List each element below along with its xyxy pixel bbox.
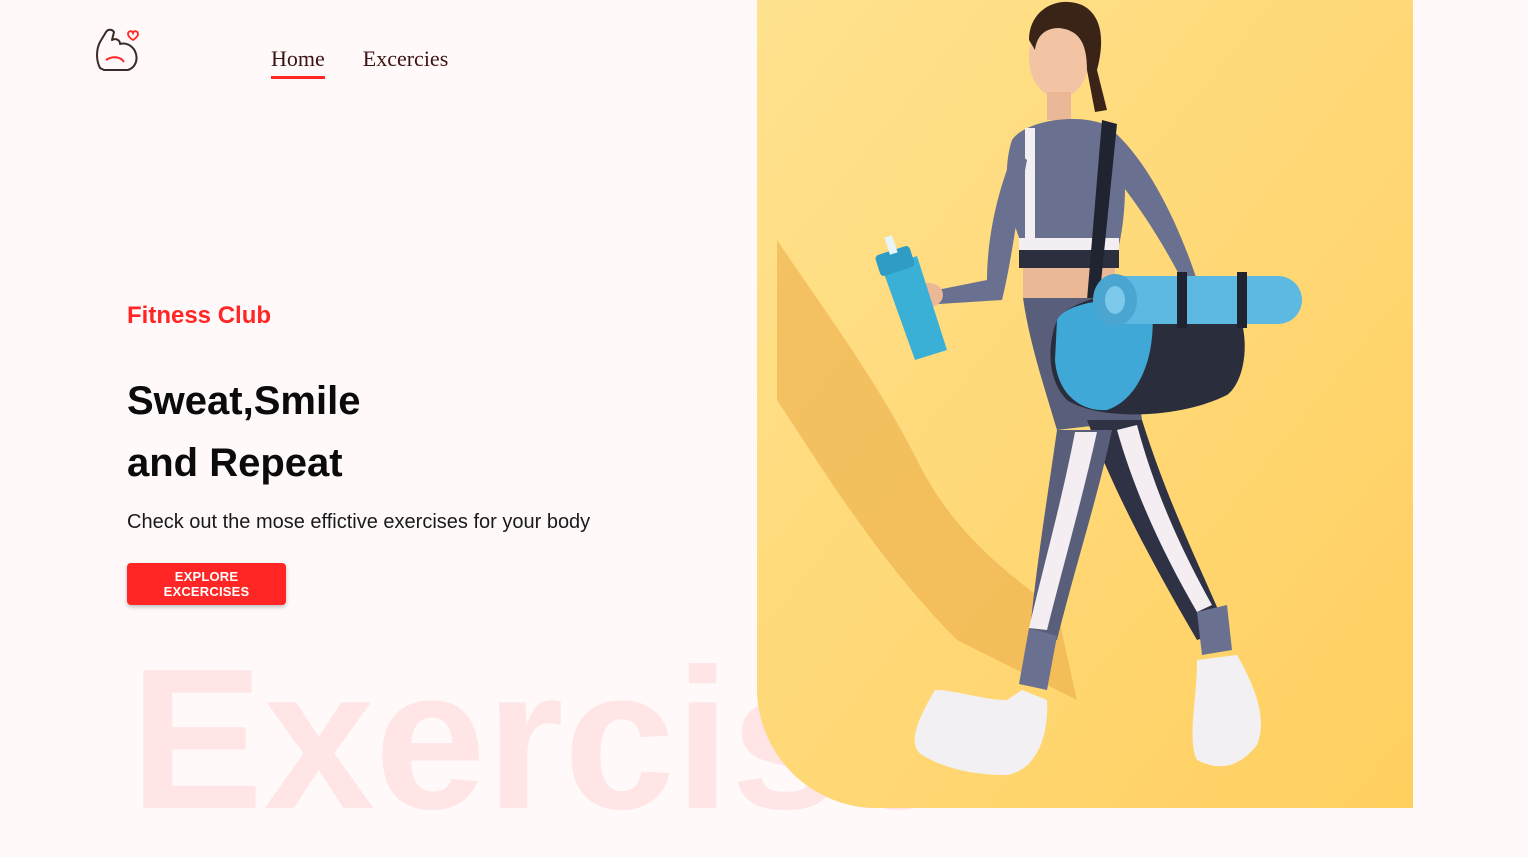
hero-kicker: Fitness Club (127, 302, 272, 329)
logo[interactable] (92, 24, 140, 74)
nav-home[interactable]: Home (271, 46, 325, 79)
explore-exercises-button[interactable]: EXPLORE EXCERCISES (127, 563, 286, 605)
hero-banner-image (757, 0, 1413, 808)
hero-headline: Sweat,Smile and Repeat (127, 370, 360, 494)
main-nav: Home Excercies (271, 46, 448, 79)
headline-line-1: Sweat,Smile (127, 379, 361, 423)
nav-exercises[interactable]: Excercies (363, 46, 449, 79)
woman-walking-with-gym-bag-image (757, 0, 1413, 808)
headline-line-2: and Repeat (127, 441, 343, 485)
flexed-arm-heart-icon (96, 28, 139, 71)
hero-subline: Check out the mose effictive exercises f… (127, 511, 591, 533)
